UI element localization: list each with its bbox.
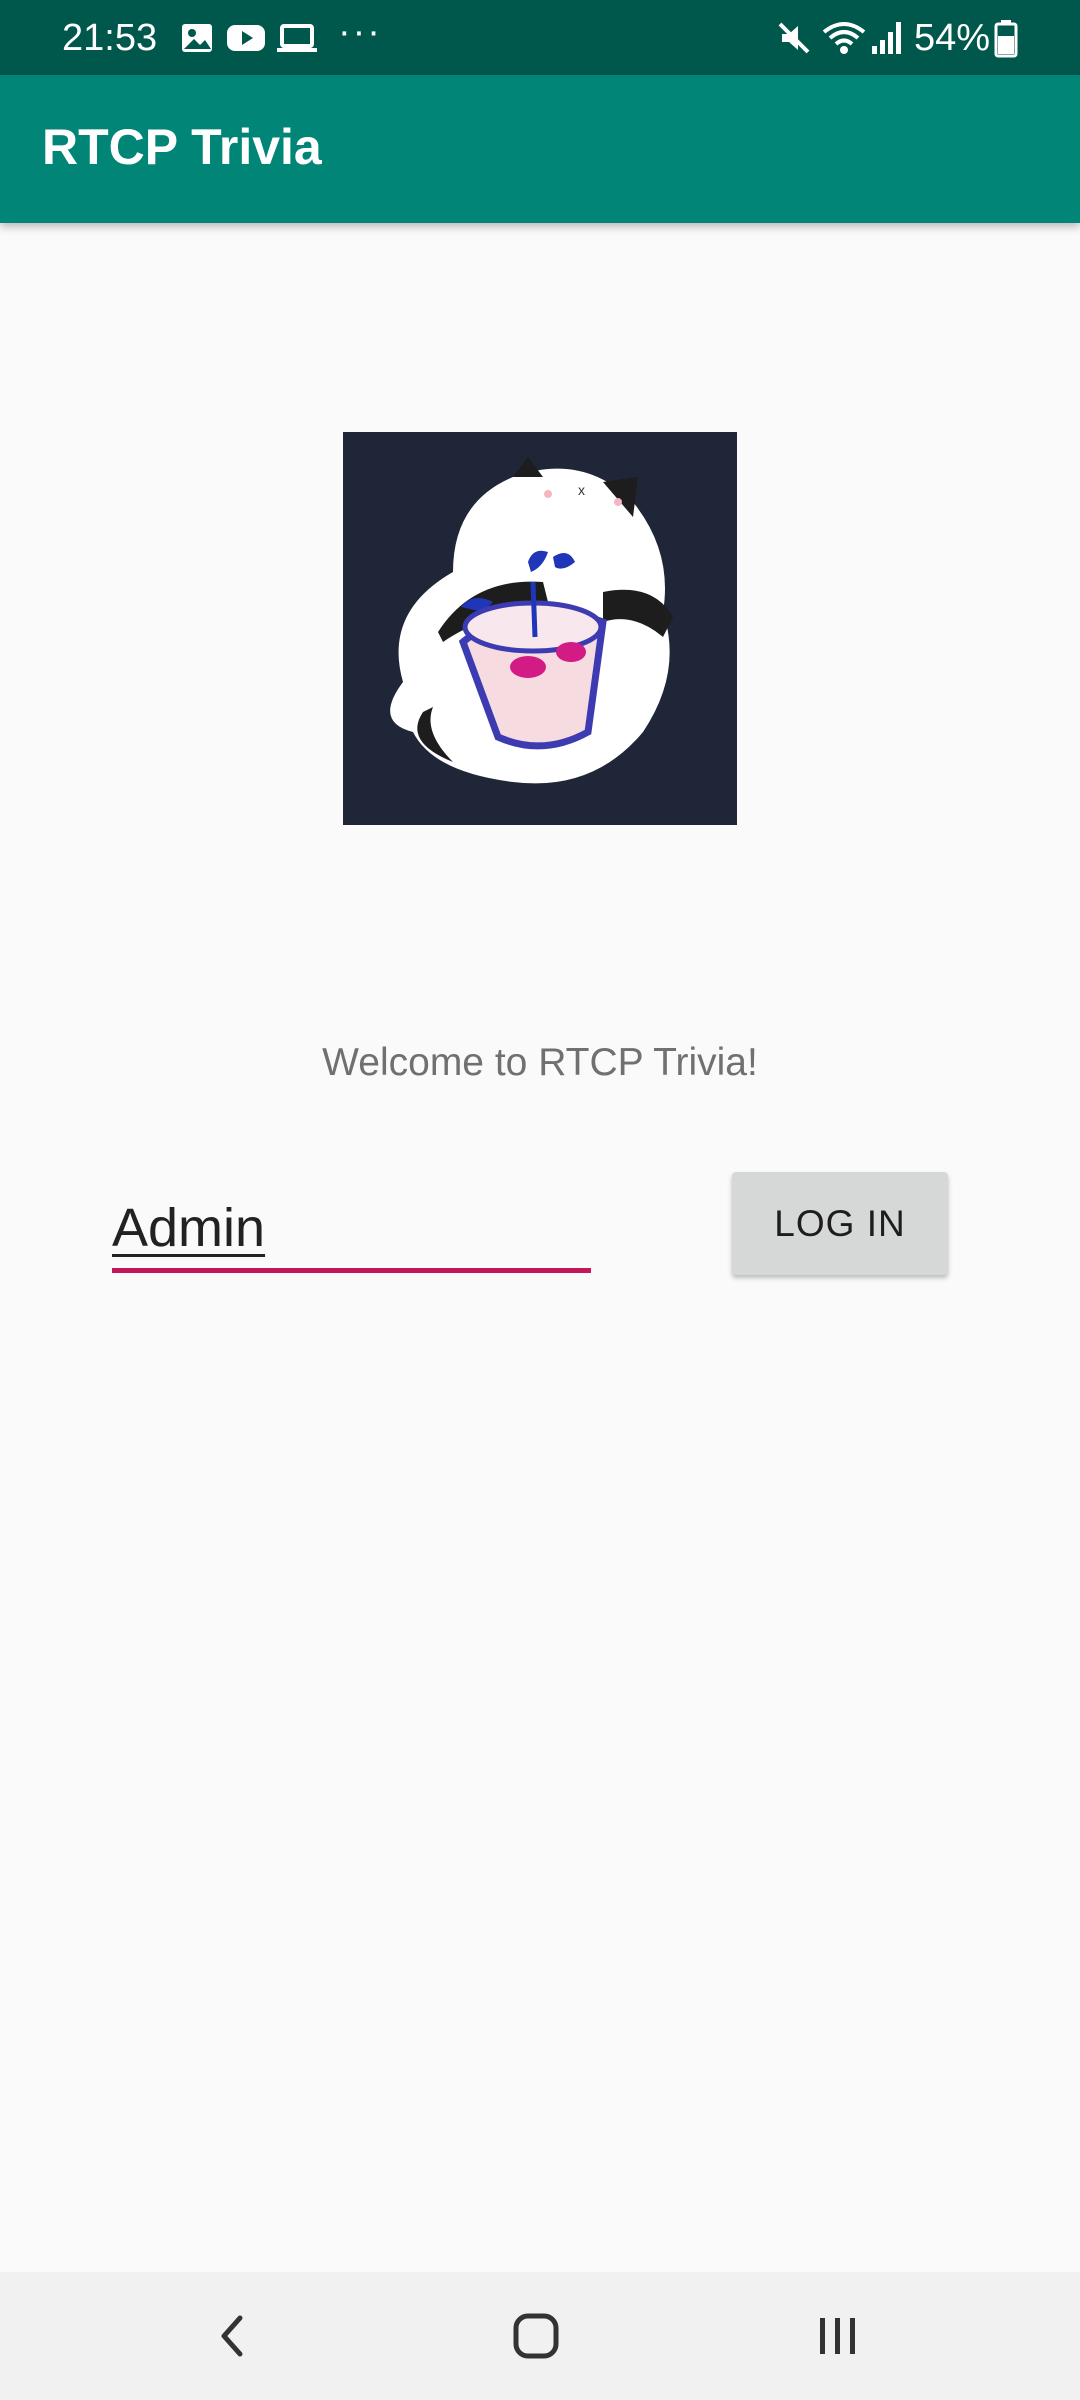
welcome-text: Welcome to RTCP Trivia! <box>322 1041 758 1084</box>
mute-icon <box>778 22 810 54</box>
more-dots-icon: ··· <box>338 11 382 53</box>
youtube-icon <box>227 25 265 51</box>
name-input-underline <box>112 1268 591 1273</box>
status-bar: 21:53 ··· 54% <box>0 0 1080 75</box>
svg-text:x: x <box>578 482 585 498</box>
cat-flowerpot-illustration: x <box>343 432 737 825</box>
battery-icon <box>994 20 1018 58</box>
wifi-icon <box>822 22 866 54</box>
laptop-icon <box>277 24 317 52</box>
home-icon[interactable] <box>506 2306 566 2366</box>
logo-image: x <box>343 432 737 825</box>
name-input-value[interactable]: Admin <box>112 1196 265 1260</box>
status-time: 21:53 <box>62 17 158 59</box>
back-icon[interactable] <box>204 2306 264 2366</box>
signal-icon <box>872 22 901 54</box>
recents-icon[interactable] <box>808 2306 868 2366</box>
nav-bar <box>0 2272 1080 2400</box>
app-title: RTCP Trivia <box>42 119 322 175</box>
battery-percent: 54% <box>914 17 991 59</box>
app-bar: RTCP Trivia <box>0 75 1080 223</box>
name-input[interactable]: Admin <box>112 1190 591 1276</box>
login-button[interactable]: LOG IN <box>732 1172 948 1275</box>
image-icon <box>182 24 212 52</box>
